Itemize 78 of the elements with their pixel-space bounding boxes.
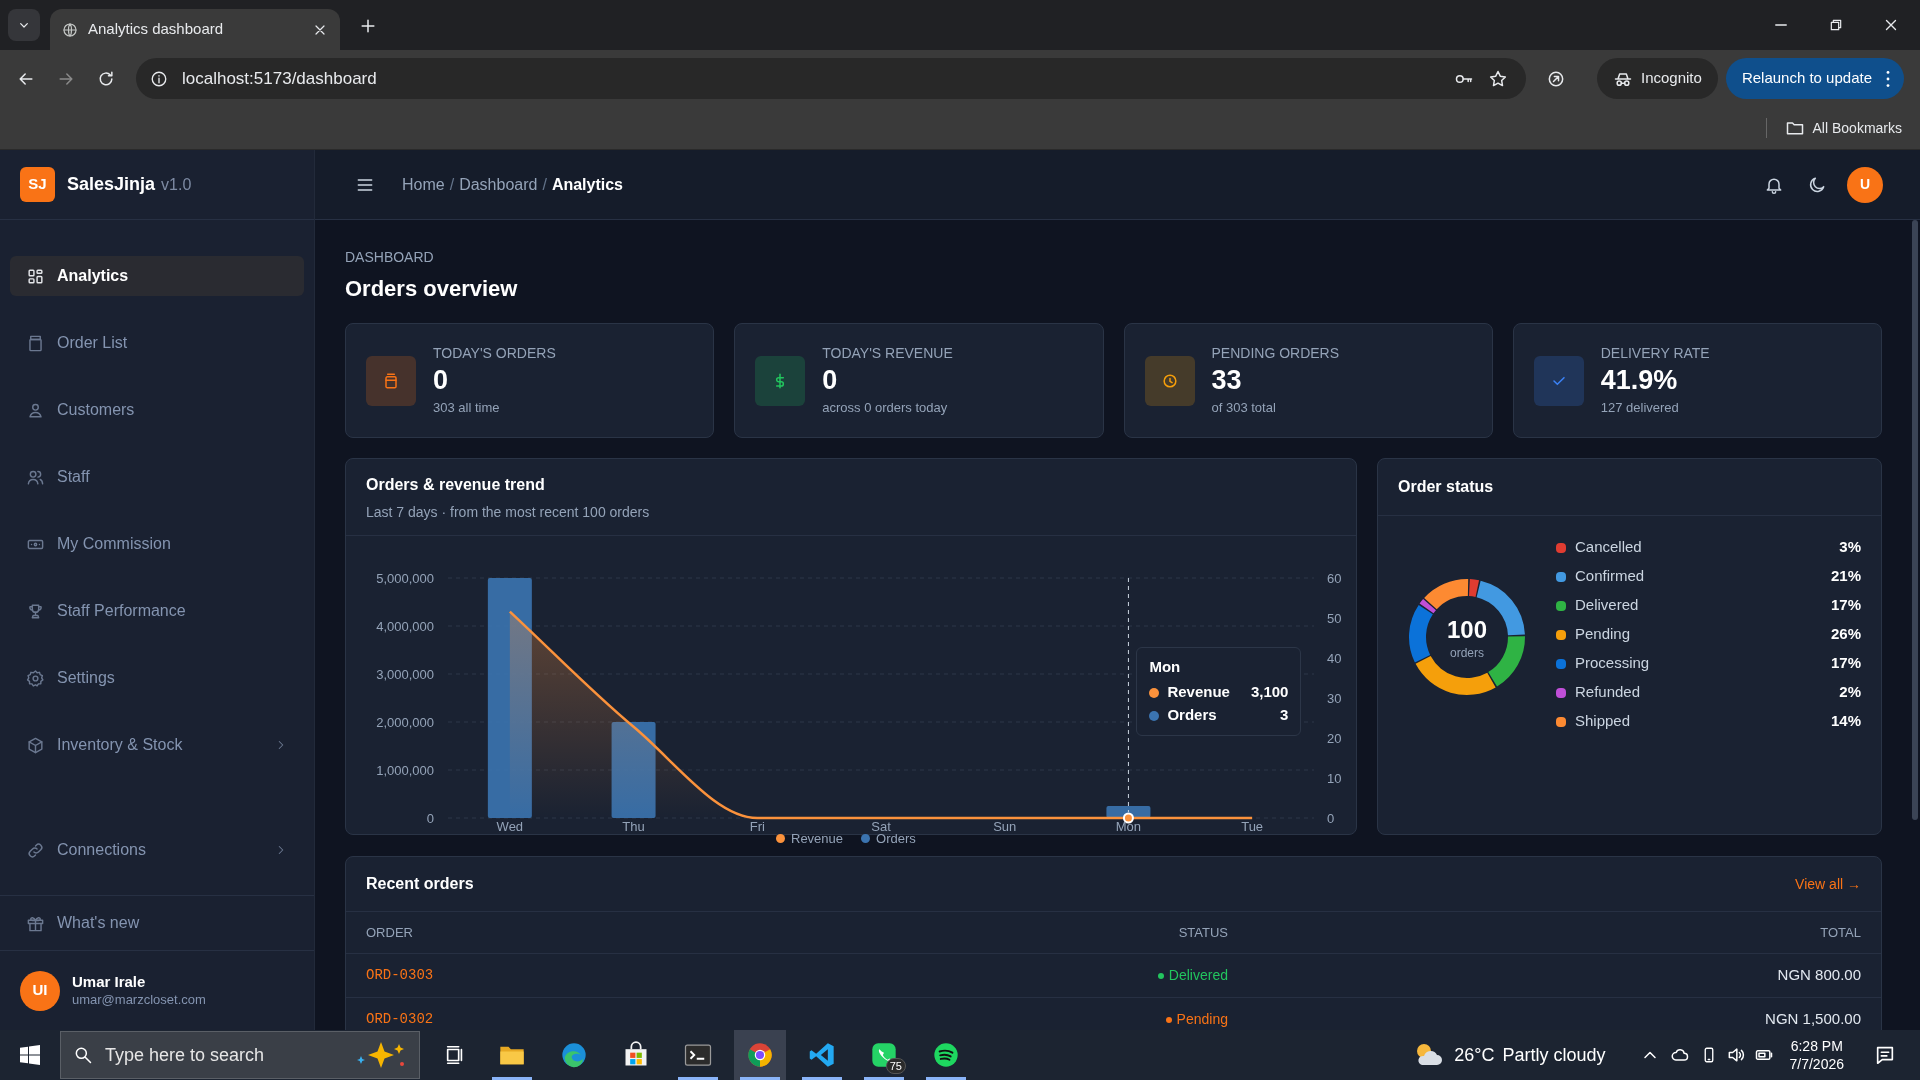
tooltip-value: 3	[1280, 705, 1289, 726]
axis-label: 30	[1327, 691, 1342, 706]
legend-label: Cancelled	[1575, 537, 1643, 558]
legend-label: Refunded	[1575, 682, 1642, 703]
stat-label: PENDING ORDERS	[1211, 344, 1340, 364]
column-header: ORDER	[366, 923, 414, 942]
legend-percent: 17%	[1830, 595, 1861, 616]
axis-label: 2,000,000	[376, 715, 434, 730]
logo-badge: SJ	[20, 167, 55, 202]
center-value: 100	[1447, 616, 1487, 643]
status-label: Pending	[1176, 1010, 1228, 1029]
user-name: Umar Irale	[72, 973, 147, 992]
legend-percent: 14%	[1830, 711, 1861, 732]
axis-label: 60	[1327, 571, 1342, 586]
legend-percent: 3%	[1839, 537, 1861, 558]
legend-percent: 26%	[1830, 624, 1861, 645]
temperature-text: 26°C	[1454, 1043, 1495, 1067]
axis-label: Wed	[496, 819, 524, 834]
order-total: NGN 800.00	[1776, 965, 1861, 986]
stat-label: DELIVERY RATE	[1600, 344, 1710, 364]
notification-badge: 75	[885, 1058, 906, 1074]
axis-label: 4,000,000	[376, 619, 434, 634]
legend-percent: 17%	[1830, 653, 1861, 674]
axis-label: Thu	[622, 819, 645, 834]
tooltip-value: 3,100	[1250, 682, 1289, 703]
stat-note: 303 all time	[433, 399, 501, 418]
legend-label: Revenue	[791, 829, 844, 848]
user-email: umar@marzcloset.com	[72, 991, 206, 1008]
center-label: orders	[1450, 646, 1484, 660]
legend-label: Pending	[1575, 624, 1632, 645]
axis-label: Mon	[1115, 819, 1142, 834]
stat-label: TODAY'S ORDERS	[433, 344, 556, 364]
card-title: Orders & revenue trend	[366, 475, 546, 495]
brand-name: SalesJinja	[67, 173, 156, 196]
card-title: Order status	[1398, 477, 1494, 497]
stat-note: 127 delivered	[1600, 399, 1680, 418]
stat-note: across 0 orders today	[822, 399, 949, 418]
axis-label: 1,000,000	[376, 763, 434, 778]
eyebrow-label: DASHBOARD	[345, 248, 435, 267]
column-header: STATUS	[1177, 923, 1228, 942]
axis-label: 0	[1327, 811, 1335, 826]
axis-label: 3,000,000	[376, 667, 434, 682]
axis-label: 0	[426, 811, 434, 826]
axis-label: Sun	[993, 819, 1017, 834]
legend-percent: 2%	[1839, 682, 1861, 703]
stat-value: 41.9%	[1600, 364, 1679, 397]
stat-label: TODAY'S REVENUE	[822, 344, 953, 364]
card-title: Recent orders	[366, 874, 474, 894]
tooltip-title: Mon	[1149, 657, 1182, 677]
stat-value: 33	[1211, 364, 1243, 397]
tooltip-label: Revenue	[1167, 682, 1231, 703]
axis-label: 50	[1327, 611, 1342, 626]
stat-value: 0	[433, 364, 450, 397]
tab-title: Analytics dashboard	[88, 19, 225, 40]
url-text: localhost:5173/dashboard	[182, 67, 378, 90]
stat-value: 0	[822, 364, 839, 397]
tooltip-label: Orders	[1167, 705, 1218, 726]
column-header: TOTAL	[1819, 923, 1861, 942]
status-label: Delivered	[1168, 966, 1228, 985]
breadcrumb-separator: /	[542, 174, 547, 195]
breadcrumb-separator: /	[449, 174, 455, 195]
axis-label: 20	[1327, 731, 1342, 746]
card-subtitle: Last 7 days · from the most recent 100 orders	[366, 503, 651, 522]
axis-label: 10	[1327, 771, 1342, 786]
axis-label: Tue	[1241, 819, 1264, 834]
version-label: v1.0	[161, 174, 192, 195]
legend-label: Confirmed	[1575, 566, 1646, 587]
stat-note: of 303 total	[1211, 399, 1277, 418]
page-title: Orders overview	[345, 275, 519, 303]
legend-label: Shipped	[1575, 711, 1632, 732]
axis-label: 40	[1327, 651, 1342, 666]
legend-percent: 21%	[1830, 566, 1861, 587]
weather-text: Partly cloudy	[1502, 1043, 1606, 1067]
axis-label: Fri	[749, 819, 765, 834]
axis-label: 5,000,000	[376, 571, 434, 586]
legend-label: Processing	[1575, 653, 1651, 674]
legend-label: Delivered	[1575, 595, 1640, 616]
order-total: NGN 1,500.00	[1764, 1009, 1861, 1030]
